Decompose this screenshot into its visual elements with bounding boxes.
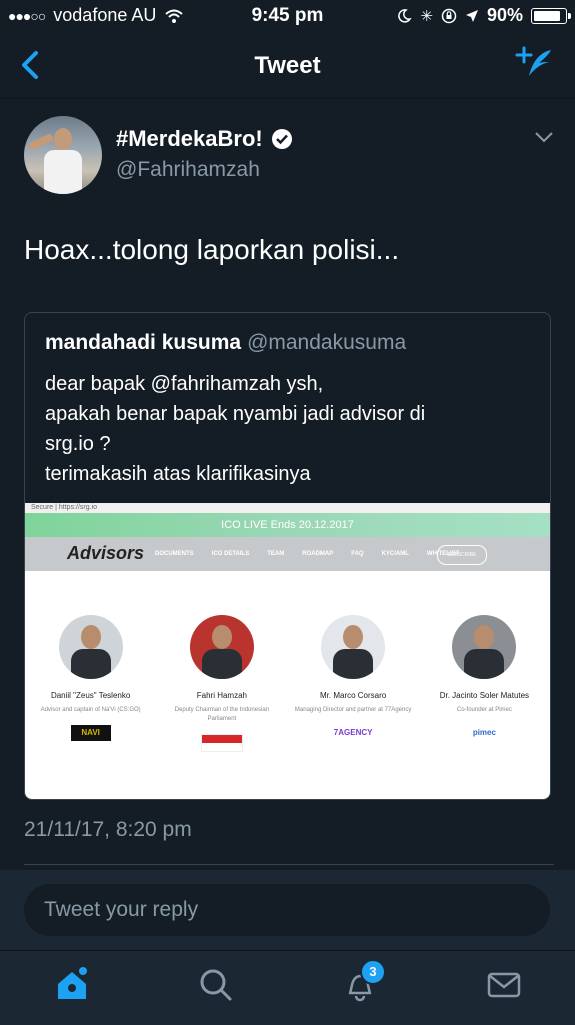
- image-menu-item: ICO DETAILS: [211, 551, 250, 557]
- quoted-text-line: apakah benar bapak nyambi jadi advisor d…: [45, 403, 426, 425]
- chevron-down-icon[interactable]: [534, 130, 554, 144]
- advisor-role: Managing Director and partner at 77Agenc…: [294, 707, 412, 713]
- loading-icon: ✳: [420, 7, 433, 25]
- search-icon: [200, 969, 232, 1001]
- quoted-author-handle: @mandakusuma: [247, 331, 407, 354]
- page-title: Tweet: [254, 52, 321, 79]
- quoted-text-line: srg.io ?: [45, 433, 111, 455]
- advisor-role: Deputy Chairman of the Indonesian Parlia…: [174, 707, 270, 722]
- tweet-timestamp: 21/11/17, 8:20 pm: [24, 818, 192, 841]
- advisor-name: Mr. Marco Corsaro: [320, 691, 387, 700]
- verified-badge-icon: [271, 129, 292, 149]
- author-handle[interactable]: @Fahrihamzah: [116, 158, 260, 182]
- image-menu-items: DOCUMENTS ICO DETAILS TEAM ROADMAP FAQ K…: [155, 551, 459, 557]
- status-bar: ●●●○○ vodafone AU 9:45 pm ✳ 90%: [0, 0, 575, 32]
- advisor-logo: NAVI: [70, 725, 111, 741]
- tab-messages[interactable]: [486, 967, 522, 1008]
- tab-notifications[interactable]: 3: [342, 959, 386, 1008]
- battery-percent: 90%: [486, 5, 523, 25]
- advisor-photo: [189, 615, 254, 679]
- advisor-card: Dr. Jacinto Soler Matutes Co-founder at …: [424, 615, 544, 752]
- battery-icon: [531, 7, 571, 24]
- divider: [24, 864, 554, 865]
- image-subscribe: SUBSCRIBE: [437, 545, 487, 565]
- quoted-tweet-header: mandahadi kusuma @mandakusuma: [45, 331, 406, 355]
- author-name-text: #MerdekaBro!: [116, 126, 263, 151]
- author-display-name[interactable]: #MerdekaBro!: [116, 126, 293, 152]
- quoted-text-line: terimakasih atas klarifikasinya: [45, 463, 311, 485]
- quoted-tweet-text: dear bapak @fahrihamzah ysh, apakah bena…: [45, 369, 540, 489]
- image-advisor-list: Daniil "Zeus" Teslenko Advisor and capta…: [25, 615, 550, 752]
- status-right: ✳ 90%: [396, 5, 571, 26]
- tab-search[interactable]: [198, 967, 234, 1008]
- nav-bar: Tweet: [0, 32, 575, 99]
- image-menu-bar: Advisors DOCUMENTS ICO DETAILS TEAM ROAD…: [25, 537, 550, 571]
- tweet-text: Hoax...tolong laporkan polisi...: [24, 234, 400, 265]
- notification-badge: 3: [360, 959, 386, 985]
- advisor-photo: [58, 615, 123, 679]
- image-logo: Advisors: [67, 543, 145, 563]
- advisor-name: Fahri Hamzah: [196, 691, 247, 700]
- advisor-card: Fahri Hamzah Deputy Chairman of the Indo…: [162, 615, 282, 752]
- advisor-card: Daniil "Zeus" Teslenko Advisor and capta…: [31, 615, 151, 752]
- advisor-card: Mr. Marco Corsaro Managing Director and …: [293, 615, 413, 752]
- reply-input[interactable]: Tweet your reply: [24, 884, 550, 936]
- reply-placeholder: Tweet your reply: [44, 898, 199, 921]
- quoted-text-line: dear bapak @fahrihamzah ysh,: [45, 373, 324, 395]
- location-arrow-icon: [465, 9, 478, 22]
- tweet-header: #MerdekaBro! @Fahrihamzah: [24, 116, 554, 200]
- image-menu-item: DOCUMENTS: [155, 551, 194, 557]
- mail-icon: [487, 972, 521, 998]
- advisor-logo: 7AGENCY: [333, 728, 373, 737]
- image-url-bar: Secure | https://srg.io: [25, 503, 550, 513]
- image-menu-item: TEAM: [267, 551, 285, 557]
- advisor-photo: [452, 615, 517, 679]
- image-banner: ICO LIVE Ends 20.12.2017: [25, 513, 550, 537]
- orientation-lock-icon: [441, 8, 457, 23]
- quoted-author-name: mandahadi kusuma: [45, 331, 242, 354]
- reply-area: Tweet your reply: [0, 870, 575, 950]
- avatar[interactable]: [24, 116, 102, 194]
- image-menu-item: ROADMAP: [302, 551, 334, 557]
- image-menu-item: FAQ: [351, 551, 364, 557]
- advisor-name: Daniil "Zeus" Teslenko: [50, 691, 131, 700]
- home-icon: [58, 967, 87, 999]
- tab-bar: 3: [0, 950, 575, 1025]
- advisor-logo: pimec: [472, 728, 496, 737]
- tab-home[interactable]: [54, 967, 90, 1008]
- compose-tweet-icon[interactable]: [515, 46, 555, 86]
- moon-icon: [398, 8, 412, 23]
- quoted-tweet[interactable]: mandahadi kusuma @mandakusuma dear bapak …: [24, 312, 551, 800]
- image-menu-item: KYC/AML: [381, 551, 409, 557]
- advisor-name: Dr. Jacinto Soler Matutes: [439, 691, 530, 700]
- indonesia-flag-icon: [200, 734, 243, 752]
- quoted-tweet-image[interactable]: Secure | https://srg.io ICO LIVE Ends 20…: [25, 503, 550, 799]
- advisor-role: Advisor and captain of Na'Vi (CS:GO): [40, 707, 141, 713]
- advisor-role: Co-founder at Pimec: [456, 707, 512, 713]
- advisor-photo: [321, 615, 386, 679]
